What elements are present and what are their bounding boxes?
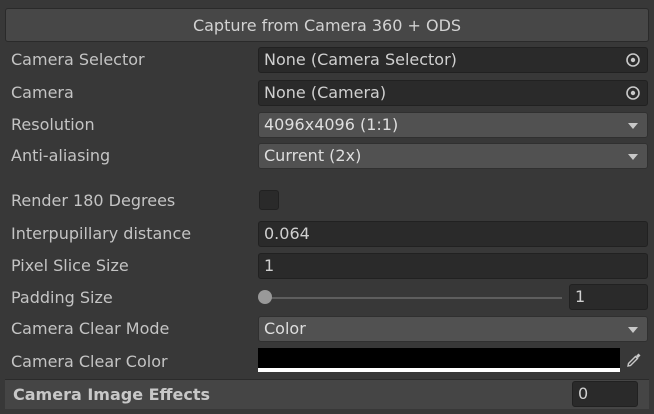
clear-color-swatch[interactable] [258, 348, 620, 368]
ipd-input[interactable]: 0.064 [258, 221, 648, 247]
anti-aliasing-label: Anti-aliasing [11, 146, 111, 165]
dropdown-arrow-icon [628, 123, 638, 129]
panel-title: Capture from Camera 360 + ODS [192, 15, 462, 35]
clear-mode-dropdown[interactable]: Color [258, 316, 648, 342]
render-180-label: Render 180 Degrees [11, 191, 176, 210]
ipd-value: 0.064 [264, 224, 310, 243]
clear-mode-value: Color [264, 319, 306, 338]
camera-image-effects-value: 0 [578, 384, 589, 403]
render-180-checkbox[interactable] [259, 190, 279, 210]
object-picker-icon[interactable] [625, 52, 641, 68]
pixel-slice-input[interactable]: 1 [258, 253, 648, 279]
padding-value: 1 [575, 287, 586, 306]
padding-label: Padding Size [11, 288, 113, 307]
eyedropper-icon[interactable] [625, 351, 643, 369]
camera-selector-label: Camera Selector [11, 50, 145, 69]
camera-value: None (Camera) [264, 83, 387, 102]
camera-field[interactable]: None (Camera) [258, 80, 648, 106]
ipd-label: Interpupillary distance [11, 224, 192, 243]
padding-slider-thumb[interactable] [258, 290, 272, 304]
resolution-value: 4096x4096 (1:1) [264, 115, 399, 134]
clear-color-label: Camera Clear Color [11, 352, 168, 371]
panel-header[interactable]: Capture from Camera 360 + ODS [5, 8, 649, 42]
camera-image-effects-label: Camera Image Effects [13, 385, 211, 404]
resolution-label: Resolution [11, 115, 95, 134]
camera-image-effects-count[interactable]: 0 [572, 381, 638, 407]
camera-image-effects-row[interactable]: Camera Image Effects [5, 379, 649, 409]
dropdown-arrow-icon [628, 327, 638, 333]
pixel-slice-label: Pixel Slice Size [11, 256, 129, 275]
dropdown-arrow-icon [628, 154, 638, 160]
clear-mode-label: Camera Clear Mode [11, 319, 170, 338]
capture-component-panel: Capture from Camera 360 + ODS Camera Sel… [0, 0, 654, 414]
object-picker-icon[interactable] [625, 85, 641, 101]
color-alpha-bar [258, 368, 620, 372]
anti-aliasing-value: Current (2x) [264, 146, 362, 165]
resolution-dropdown[interactable]: 4096x4096 (1:1) [258, 112, 648, 138]
camera-selector-field[interactable]: None (Camera Selector) [258, 47, 648, 73]
camera-selector-value: None (Camera Selector) [264, 50, 457, 69]
pixel-slice-value: 1 [264, 256, 275, 275]
anti-aliasing-dropdown[interactable]: Current (2x) [258, 143, 648, 169]
padding-slider-track[interactable] [263, 297, 562, 299]
camera-label: Camera [11, 83, 74, 102]
padding-input[interactable]: 1 [569, 284, 648, 310]
